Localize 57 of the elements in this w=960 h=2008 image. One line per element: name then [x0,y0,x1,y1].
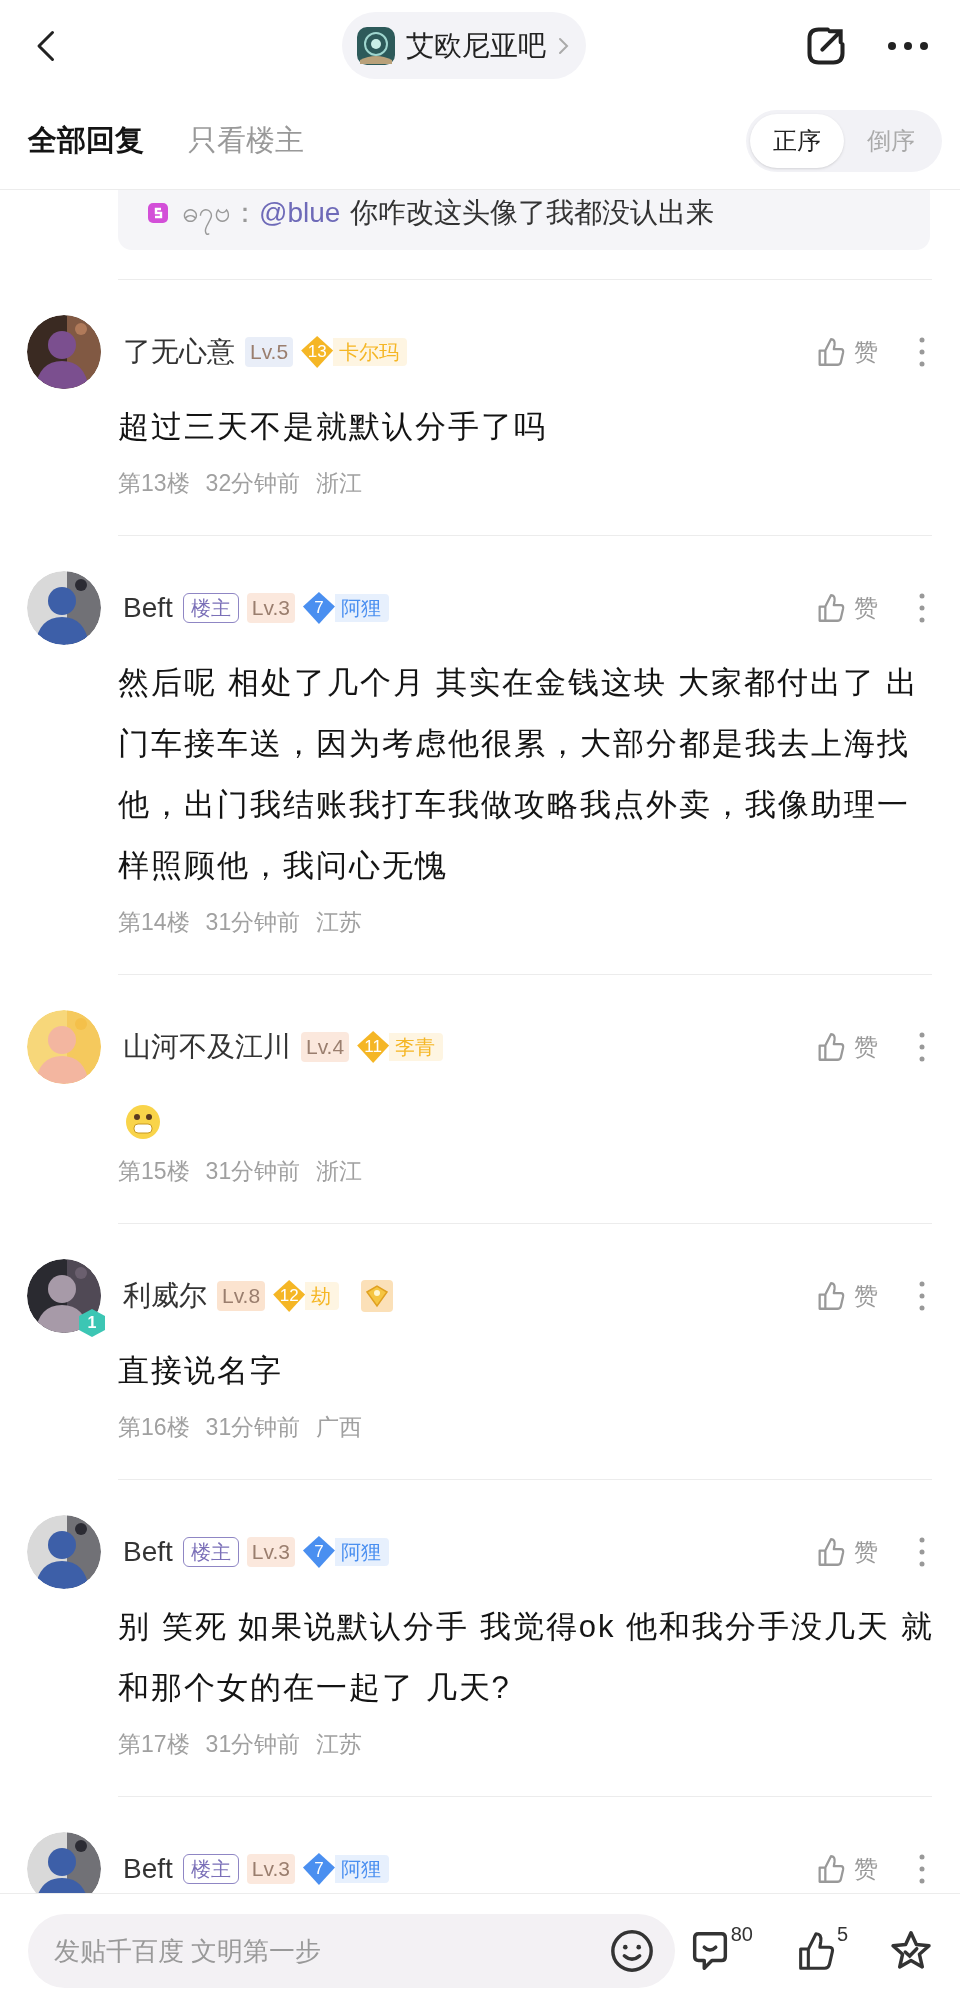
emoji-icon[interactable] [609,1928,655,1974]
owner-tag: 楼主 [182,1854,239,1884]
reply-text: ဓ၇ဗ：@blue 你咋改这头像了我都没认出来 [182,190,715,236]
comment-text: 然后呢 相处了几个月 其实在金钱这块 大家都付出了 出门车接车送，因为考虑他很累，大部分都是我去上海找他，出门我结账我打车我做攻略我点外卖，我像助理一样照顾他，我问心无愧 [118,664,921,885]
honor-title: 卡尔玛 [333,338,408,366]
level-tag: Lv.3 [246,593,295,623]
tab[interactable]: 全部回复 [28,118,144,163]
floor-number: 第15楼 [118,1157,190,1186]
user-name[interactable]: Beft [123,587,173,629]
forum-link[interactable]: 艾欧尼亚吧 [342,12,586,79]
post-time: 31分钟前 [205,1157,301,1186]
comment-text: 超过三天不是就默认分手了吗 [118,408,548,446]
floor-number: 第13楼 [118,469,190,498]
level-tag: Lv.4 [301,1032,350,1062]
post-time: 31分钟前 [205,1413,301,1442]
honor-title: 阿狸 [334,1855,389,1883]
post-time: 32分钟前 [205,469,301,498]
comment-input[interactable]: 发贴千百度 文明第一步 [54,1931,609,1971]
user-name[interactable]: Beft [123,1848,173,1890]
post-time: 31分钟前 [205,1730,301,1759]
honor-title: 阿狸 [334,594,389,622]
user-name[interactable]: 山河不及江川 [123,1026,291,1068]
post-location: 江苏 [316,1730,363,1759]
emoji-icon [125,1103,161,1140]
floor-number: 第17楼 [118,1730,190,1759]
more-icon[interactable] [886,40,930,52]
level-tag: Lv.8 [217,1281,266,1311]
user-name[interactable]: 利威尔 [123,1275,207,1317]
sort-option[interactable]: 正序 [750,113,844,168]
user-name[interactable]: Beft [123,1531,173,1573]
post-location: 浙江 [316,1157,363,1186]
user-name[interactable]: 了无心意 [123,331,235,373]
floor-number: 第14楼 [118,908,190,937]
honor-title: 劫 [305,1282,340,1310]
comment-text: 别 笑死 如果说默认分手 我觉得ok 他和我分手没几天 就和那个女的在一起了 几天? [118,1608,935,1707]
like-post-button[interactable]: 5 [792,1928,848,1974]
owner-tag: 楼主 [182,1537,239,1567]
post-location: 江苏 [316,908,363,937]
post-location: 广西 [316,1413,363,1442]
level-tag: Lv.5 [245,337,294,367]
comments-button[interactable]: 80 [686,1928,753,1974]
owner-tag: 楼主 [182,593,239,623]
sort-toggle[interactable]: 正序 倒序 [746,109,942,172]
app-badge-icon [146,201,170,225]
post-location: 浙江 [316,469,363,498]
honor-title: 阿狸 [334,1538,389,1566]
floor-number: 第16楼 [118,1413,190,1442]
avatar-level-badge: 1 [79,1309,105,1337]
medal-icon [361,1280,394,1312]
level-tag: Lv.3 [246,1854,295,1884]
comment-field[interactable]: 发贴千百度 文明第一步 [28,1914,675,1988]
post-time: 31分钟前 [205,908,301,937]
honor-title: 李青 [389,1033,444,1061]
level-tag: Lv.3 [246,1537,295,1567]
share-icon[interactable] [804,24,848,68]
forum-emblem-icon [356,25,396,66]
comment-text: 直接说名字 [118,1352,284,1390]
